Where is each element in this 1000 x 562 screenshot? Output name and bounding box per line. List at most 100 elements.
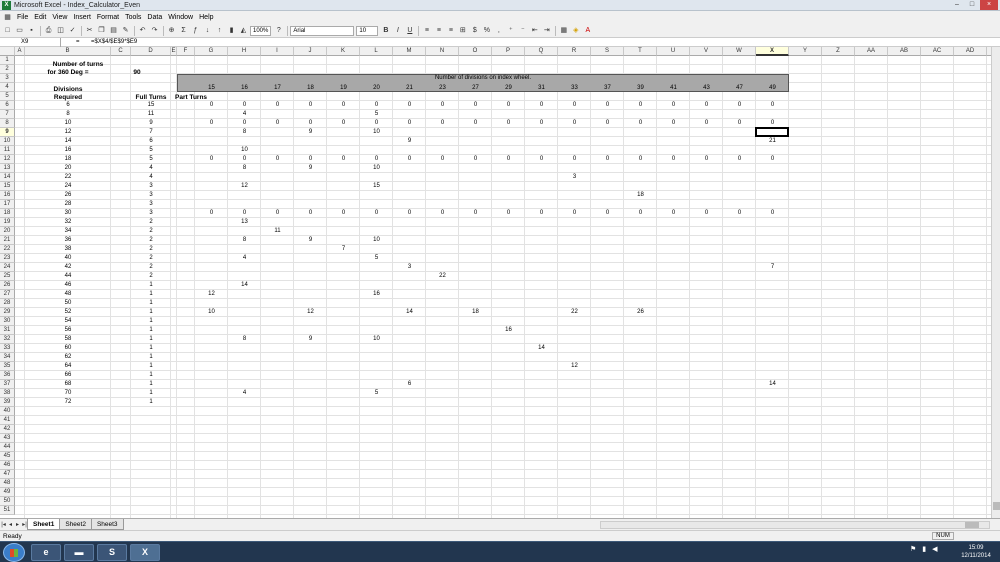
row-header-28[interactable]: 28 — [0, 299, 15, 308]
font-select[interactable]: Arial — [290, 25, 355, 36]
increase-indent-icon[interactable]: ⇥ — [541, 25, 552, 36]
currency-icon[interactable]: $ — [469, 25, 480, 36]
menu-tools[interactable]: Tools — [122, 11, 144, 24]
column-header-i[interactable]: I — [261, 47, 294, 56]
menu-window[interactable]: Window — [165, 11, 196, 24]
scroll-thumb[interactable] — [993, 502, 1000, 510]
row-header-33[interactable]: 33 — [0, 344, 15, 353]
row-header-19[interactable]: 19 — [0, 218, 15, 227]
copy-icon[interactable]: ❐ — [96, 25, 107, 36]
row-header-1[interactable]: 1 — [0, 56, 15, 65]
row-header-47[interactable]: 47 — [0, 470, 15, 479]
font-color-icon[interactable]: A — [582, 25, 593, 36]
help-icon[interactable]: ? — [273, 25, 284, 36]
row-header-14[interactable]: 14 — [0, 173, 15, 182]
zoom-select[interactable]: 100% — [250, 25, 272, 36]
row-header-45[interactable]: 45 — [0, 452, 15, 461]
tab-sheet1[interactable]: Sheet1 — [27, 519, 61, 530]
row-header-42[interactable]: 42 — [0, 425, 15, 434]
chart-icon[interactable]: ▮ — [226, 25, 237, 36]
row-header-3[interactable]: 3 — [0, 74, 15, 83]
print-icon[interactable]: ⎙ — [43, 25, 54, 36]
select-all-corner[interactable] — [0, 47, 15, 56]
menu-edit[interactable]: Edit — [31, 11, 49, 24]
column-header-s[interactable]: S — [591, 47, 624, 56]
column-header-o[interactable]: O — [459, 47, 492, 56]
column-header-u[interactable]: U — [657, 47, 690, 56]
row-header-23[interactable]: 23 — [0, 254, 15, 263]
row-header-38[interactable]: 38 — [0, 389, 15, 398]
row-header-12[interactable]: 12 — [0, 155, 15, 164]
column-header-v[interactable]: V — [690, 47, 723, 56]
close-button[interactable]: × — [980, 0, 998, 10]
ie-icon[interactable]: e — [31, 544, 61, 561]
align-center-icon[interactable]: ≡ — [433, 25, 444, 36]
open-icon[interactable]: ▭ — [14, 25, 25, 36]
function-sign[interactable]: = — [76, 38, 80, 47]
column-header-d[interactable]: D — [131, 47, 171, 56]
decrease-indent-icon[interactable]: ⇤ — [529, 25, 540, 36]
row-header-50[interactable]: 50 — [0, 497, 15, 506]
row-header-49[interactable]: 49 — [0, 488, 15, 497]
row-header-20[interactable]: 20 — [0, 227, 15, 236]
next-sheet-icon[interactable]: ▸ — [14, 521, 21, 528]
fill-color-icon[interactable]: ◈ — [570, 25, 581, 36]
column-header-ab[interactable]: AB — [888, 47, 921, 56]
row-header-35[interactable]: 35 — [0, 362, 15, 371]
undo-icon[interactable]: ↶ — [137, 25, 148, 36]
row-header-6[interactable]: 6 — [0, 101, 15, 110]
column-header-g[interactable]: G — [195, 47, 228, 56]
row-header-13[interactable]: 13 — [0, 164, 15, 173]
flag-icon[interactable]: ⚑ — [910, 545, 916, 553]
minimize-button[interactable]: – — [950, 0, 964, 10]
row-header-51[interactable]: 51 — [0, 506, 15, 515]
row-header-26[interactable]: 26 — [0, 281, 15, 290]
row-header-22[interactable]: 22 — [0, 245, 15, 254]
scroll-thumb[interactable] — [965, 522, 979, 528]
save-icon[interactable]: ▪ — [26, 25, 37, 36]
drawing-icon[interactable]: ◭ — [238, 25, 249, 36]
horizontal-scrollbar[interactable] — [600, 521, 990, 529]
column-header-r[interactable]: R — [558, 47, 591, 56]
autosum-icon[interactable]: Σ — [178, 25, 189, 36]
row-header-16[interactable]: 16 — [0, 191, 15, 200]
column-header-l[interactable]: L — [360, 47, 393, 56]
column-header-n[interactable]: N — [426, 47, 459, 56]
row-header-39[interactable]: 39 — [0, 398, 15, 407]
row-header-44[interactable]: 44 — [0, 443, 15, 452]
percent-icon[interactable]: % — [481, 25, 492, 36]
row-header-11[interactable]: 11 — [0, 146, 15, 155]
name-box[interactable]: X9 — [1, 38, 61, 47]
clock[interactable]: 15:09 12/11/2014 — [954, 544, 998, 560]
preview-icon[interactable]: ◫ — [55, 25, 66, 36]
column-header-x[interactable]: X — [756, 47, 789, 56]
document-icon[interactable]: ▦ — [2, 12, 13, 23]
row-header-15[interactable]: 15 — [0, 182, 15, 191]
column-header-y[interactable]: Y — [789, 47, 822, 56]
comma-icon[interactable]: , — [493, 25, 504, 36]
menu-file[interactable]: File — [14, 11, 31, 24]
active-cell-x9[interactable] — [755, 127, 789, 137]
row-header-37[interactable]: 37 — [0, 380, 15, 389]
row-header-43[interactable]: 43 — [0, 434, 15, 443]
menu-data[interactable]: Data — [144, 11, 165, 24]
sort-asc-icon[interactable]: ↓ — [202, 25, 213, 36]
cut-icon[interactable]: ✂ — [84, 25, 95, 36]
column-header-ad[interactable]: AD — [954, 47, 987, 56]
maximize-button[interactable]: □ — [965, 0, 979, 10]
volume-icon[interactable]: ◀ — [932, 545, 937, 553]
column-header-b[interactable]: B — [25, 47, 111, 56]
row-header-29[interactable]: 29 — [0, 308, 15, 317]
sort-desc-icon[interactable]: ↑ — [214, 25, 225, 36]
bold-button[interactable]: B — [380, 25, 391, 36]
italic-button[interactable]: I — [392, 25, 403, 36]
increase-decimal-icon[interactable]: ⁺ — [505, 25, 516, 36]
row-header-17[interactable]: 17 — [0, 200, 15, 209]
row-header-36[interactable]: 36 — [0, 371, 15, 380]
worksheet-grid[interactable]: ABCDEFGHIJKLMNOPQRSTUVWXYZAAABACADAEAF12… — [0, 47, 992, 518]
row-header-21[interactable]: 21 — [0, 236, 15, 245]
row-header-8[interactable]: 8 — [0, 119, 15, 128]
menu-insert[interactable]: Insert — [70, 11, 94, 24]
row-header-40[interactable]: 40 — [0, 407, 15, 416]
menu-view[interactable]: View — [49, 11, 70, 24]
